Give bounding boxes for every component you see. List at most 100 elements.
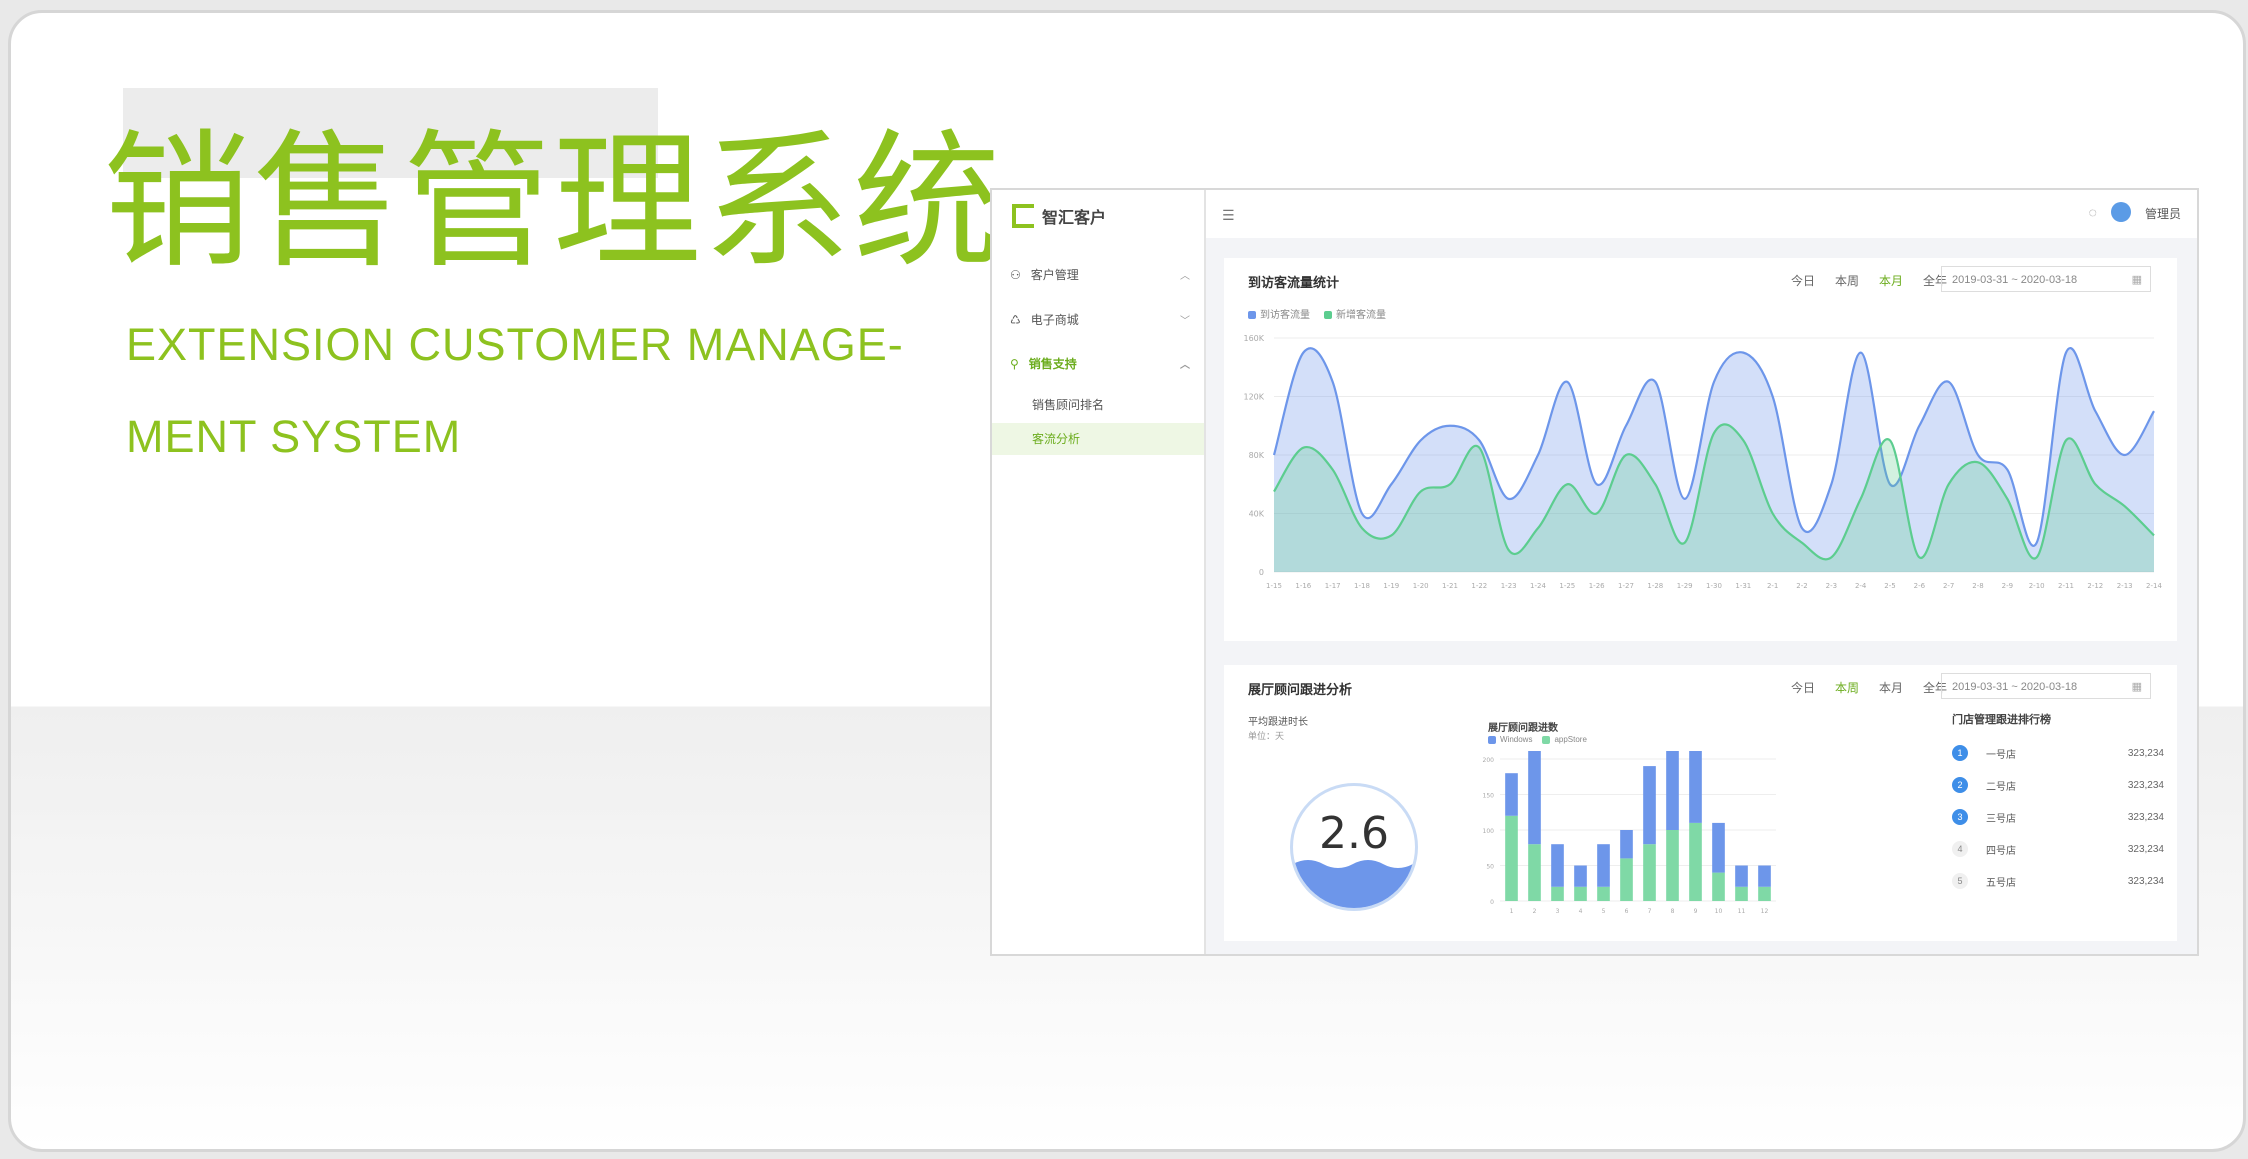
x-tick-label: 2-6 bbox=[1914, 582, 1926, 590]
users-icon: ⚇ bbox=[1010, 267, 1021, 282]
x-tick-label: 11 bbox=[1738, 908, 1746, 915]
bar-windows bbox=[1597, 844, 1610, 887]
legend-label: Windows bbox=[1500, 735, 1533, 744]
sidebar-item-sales-support[interactable]: ⚲ 销售支持 ︿ bbox=[1010, 355, 1190, 372]
bar-appstore bbox=[1689, 822, 1702, 901]
bar-appstore bbox=[1620, 858, 1633, 901]
sidebar-subitem-traffic[interactable]: 客流分析 bbox=[992, 423, 1204, 455]
top-bar: ☰ ◌ 管理员 bbox=[1206, 190, 2197, 238]
x-tick-label: 1-23 bbox=[1501, 582, 1517, 590]
bar-windows bbox=[1643, 766, 1656, 845]
tab-month[interactable]: 本月 bbox=[1879, 272, 1903, 289]
avatar[interactable] bbox=[2111, 202, 2131, 222]
bar-appstore bbox=[1712, 872, 1725, 901]
y-tick-label: 100 bbox=[1483, 828, 1495, 835]
ranking-row: 3 三号店 323,234 bbox=[1952, 809, 2164, 825]
x-tick-label: 1-28 bbox=[1647, 582, 1663, 590]
bell-icon[interactable]: ◌ bbox=[2089, 204, 2097, 220]
rank-value: 323,234 bbox=[2127, 811, 2164, 823]
x-tick-label: 1-30 bbox=[1706, 582, 1722, 590]
tab-today[interactable]: 今日 bbox=[1791, 272, 1815, 289]
kpi-value: 2.6 bbox=[1319, 808, 1389, 859]
x-tick-label: 2-13 bbox=[2117, 582, 2133, 590]
ranking-row: 5 五号店 323,234 bbox=[1952, 873, 2164, 889]
x-tick-label: 1-18 bbox=[1354, 582, 1370, 590]
date-range-text: 2019-03-31 ~ 2020-03-18 bbox=[1952, 681, 2078, 693]
bar-windows bbox=[1505, 773, 1518, 816]
app-logo: 智汇客户 bbox=[1012, 204, 1106, 228]
bar-chart-title: 展厅顾问跟进数 bbox=[1488, 723, 1558, 734]
rank-name: 一号店 bbox=[1986, 749, 2016, 761]
location-icon: ⚲ bbox=[1010, 356, 1019, 371]
x-tick-label: 1-21 bbox=[1442, 582, 1458, 590]
tab-week[interactable]: 本周 bbox=[1835, 272, 1859, 289]
chart-legend: 到访客流量 新增客流量 bbox=[1248, 306, 1386, 321]
ranking-row: 4 四号店 323,234 bbox=[1952, 841, 2164, 857]
area-chart: 0 40K 80K 120K 160K 1-15 1-16 1-17 1-18 1-19 1-20 1… bbox=[1243, 334, 2162, 590]
sidebar-item-mall[interactable]: ♺ 电子商城 ﹀ bbox=[1010, 311, 1190, 328]
x-tick-label: 2 bbox=[1533, 908, 1537, 915]
bar-appstore bbox=[1551, 886, 1564, 901]
ranking-row: 1 一号店 323,234 bbox=[1952, 745, 2164, 761]
panel-title: 展厅顾问跟进分析 bbox=[1248, 682, 1353, 697]
tab-today[interactable]: 今日 bbox=[1791, 679, 1815, 696]
y-tick-label: 0 bbox=[1259, 568, 1264, 577]
x-tick-label: 1 bbox=[1510, 908, 1514, 915]
bar-chart: 0501001502001 2 3 4 5 6 7 8 9 10 11 12 bbox=[1483, 751, 1776, 915]
x-tick-label: 2-14 bbox=[2146, 582, 2162, 590]
sidebar-subitem-ranking[interactable]: 销售顾问排名 bbox=[992, 389, 1204, 421]
logo-mark-icon bbox=[1012, 204, 1034, 228]
dashboard-screenshot: 智汇客户 ⚇ 客户管理 ︿ ♺ 电子商城 ﹀ ⚲ 销售支持 ︿ 销售顾问排名 客… bbox=[990, 188, 2199, 956]
sidebar-item-label: 电子商城 bbox=[1030, 313, 1079, 327]
rank-name: 五号店 bbox=[1986, 877, 2016, 889]
bar-appstore bbox=[1505, 815, 1518, 901]
sidebar-item-label: 销售支持 bbox=[1028, 357, 1077, 371]
y-tick-label: 120K bbox=[1243, 393, 1264, 402]
legend-item: 到访客流量 bbox=[1248, 306, 1310, 321]
x-tick-label: 7 bbox=[1648, 908, 1652, 915]
bar-appstore bbox=[1643, 844, 1656, 901]
tab-week[interactable]: 本周 bbox=[1835, 679, 1859, 696]
rank-badge: 4 bbox=[1952, 841, 1968, 857]
bar-windows bbox=[1551, 844, 1564, 887]
user-name[interactable]: 管理员 bbox=[2145, 205, 2181, 222]
x-tick-label: 1-16 bbox=[1295, 582, 1311, 590]
subtitle-line-1: EXTENSION CUSTOMER MANAGE- bbox=[126, 319, 904, 370]
x-tick-label: 1-27 bbox=[1618, 582, 1634, 590]
date-range-picker[interactable]: 2019-03-31 ~ 2020-03-18 ▦ bbox=[1941, 673, 2151, 699]
bar-windows bbox=[1689, 751, 1702, 823]
x-tick-label: 3 bbox=[1556, 908, 1560, 915]
rank-value: 323,234 bbox=[2127, 843, 2164, 855]
menu-toggle-icon[interactable]: ☰ bbox=[1222, 207, 1235, 224]
rank-name: 三号店 bbox=[1986, 813, 2016, 825]
x-tick-label: 1-17 bbox=[1325, 582, 1341, 590]
kpi-unit: 单位：天 bbox=[1248, 731, 1285, 741]
tab-month[interactable]: 本月 bbox=[1879, 679, 1903, 696]
x-tick-label: 5 bbox=[1602, 908, 1606, 915]
bar-windows bbox=[1735, 865, 1748, 887]
period-tabs: 今日 本周 本月 全年 bbox=[1791, 679, 1947, 696]
bar-appstore bbox=[1758, 886, 1771, 901]
x-tick-label: 2-1 bbox=[1767, 582, 1778, 590]
x-tick-label: 1-29 bbox=[1677, 582, 1693, 590]
y-tick-label: 0 bbox=[1490, 899, 1494, 906]
x-tick-label: 6 bbox=[1625, 908, 1629, 915]
panel-title: 到访客流量统计 bbox=[1248, 275, 1340, 290]
bar-legend: Windows appStore bbox=[1488, 735, 1587, 744]
x-tick-label: 1-15 bbox=[1266, 582, 1282, 590]
x-tick-label: 8 bbox=[1671, 908, 1675, 915]
sidebar-item-label: 客户管理 bbox=[1030, 268, 1079, 282]
sidebar-item-customers[interactable]: ⚇ 客户管理 ︿ bbox=[1010, 266, 1190, 283]
bar-appstore bbox=[1735, 886, 1748, 901]
date-range-picker[interactable]: 2019-03-31 ~ 2020-03-18 ▦ bbox=[1941, 266, 2151, 292]
hero-card: 销售管理系统 EXTENSION CUSTOMER MANAGE- MENT S… bbox=[8, 10, 2246, 1152]
x-tick-label: 2-11 bbox=[2058, 582, 2074, 590]
y-tick-label: 200 bbox=[1483, 757, 1495, 764]
bar-appstore bbox=[1574, 886, 1587, 901]
bar-appstore bbox=[1528, 844, 1541, 901]
followup-panel: 展厅顾问跟进分析 今日 本周 本月 全年 2019-03-31 ~ 2020-0… bbox=[1224, 665, 2177, 941]
x-tick-label: 1-22 bbox=[1471, 582, 1487, 590]
chevron-up-icon: ︿ bbox=[1180, 360, 1190, 371]
cart-icon: ♺ bbox=[1010, 312, 1021, 327]
bar-windows bbox=[1528, 751, 1541, 845]
